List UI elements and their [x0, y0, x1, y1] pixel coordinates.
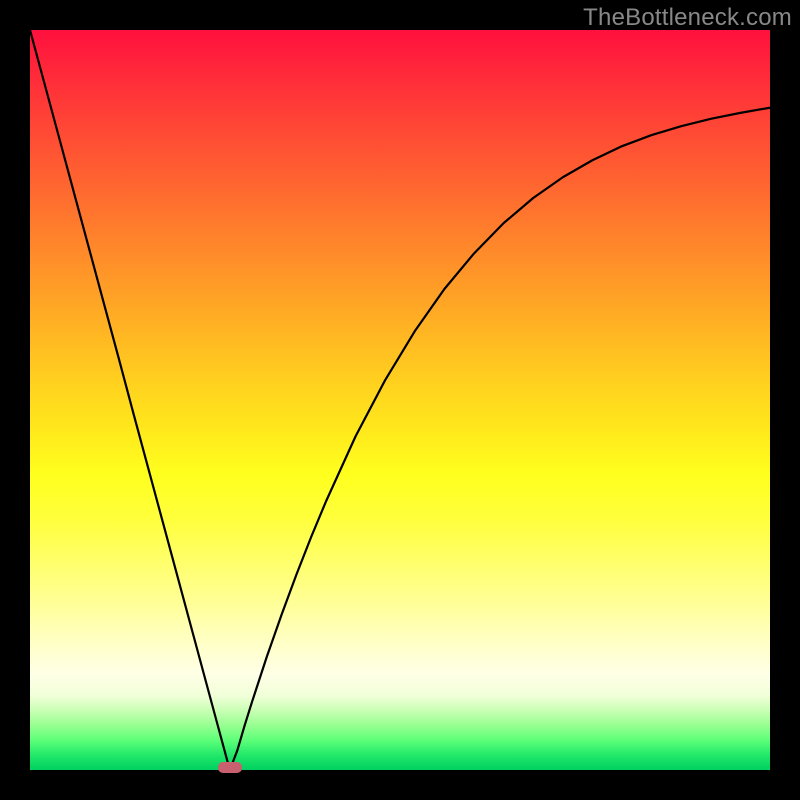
plot-area	[30, 30, 770, 770]
chart-container: TheBottleneck.com	[0, 0, 800, 800]
bottleneck-curve	[30, 30, 770, 770]
watermark-text: TheBottleneck.com	[583, 4, 792, 32]
optimum-marker	[218, 762, 242, 773]
curve-svg	[30, 30, 770, 770]
